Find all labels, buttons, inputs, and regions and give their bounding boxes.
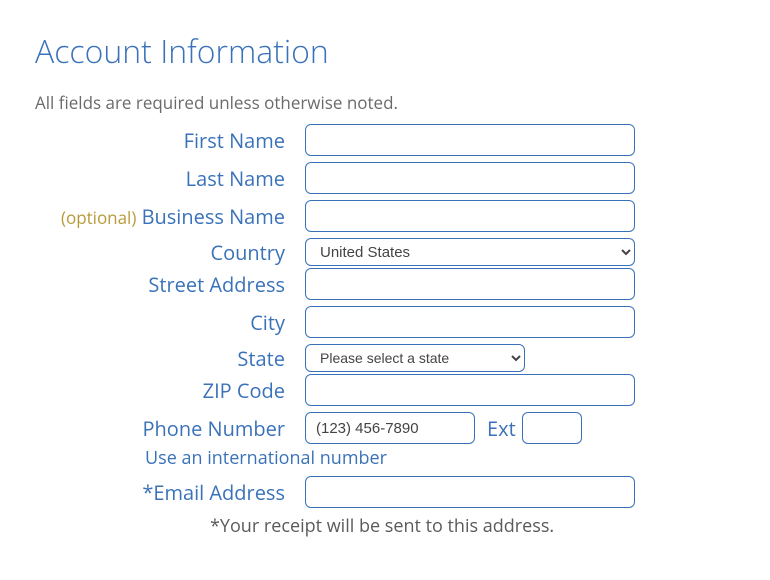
optional-tag: (optional) xyxy=(61,206,136,229)
state-label: State xyxy=(35,345,305,372)
zip-input[interactable] xyxy=(305,374,635,406)
business-name-label: (optional) Business Name xyxy=(35,203,305,230)
first-name-input[interactable] xyxy=(305,124,635,156)
international-number-link[interactable]: Use an international number xyxy=(35,446,735,470)
last-name-input[interactable] xyxy=(305,162,635,194)
last-name-label: Last Name xyxy=(35,165,305,192)
page-title: Account Information xyxy=(35,30,735,73)
first-name-label: First Name xyxy=(35,127,305,154)
city-input[interactable] xyxy=(305,306,635,338)
city-label: City xyxy=(35,309,305,336)
country-select[interactable]: United States xyxy=(305,238,635,266)
ext-input[interactable] xyxy=(522,412,582,444)
phone-input[interactable] xyxy=(305,412,475,444)
required-note: All fields are required unless otherwise… xyxy=(35,91,735,114)
receipt-note: *Your receipt will be sent to this addre… xyxy=(35,514,735,538)
zip-label: ZIP Code xyxy=(35,377,305,404)
state-select[interactable]: Please select a state xyxy=(305,344,525,372)
business-name-input[interactable] xyxy=(305,200,635,232)
street-address-label: Street Address xyxy=(35,271,305,298)
email-input[interactable] xyxy=(305,476,635,508)
ext-label: Ext xyxy=(487,415,516,442)
account-form: First Name Last Name (optional) Business… xyxy=(35,124,735,538)
street-address-input[interactable] xyxy=(305,268,635,300)
country-label: Country xyxy=(35,239,305,266)
phone-label: Phone Number xyxy=(35,415,305,442)
email-label: *Email Address xyxy=(35,479,305,506)
